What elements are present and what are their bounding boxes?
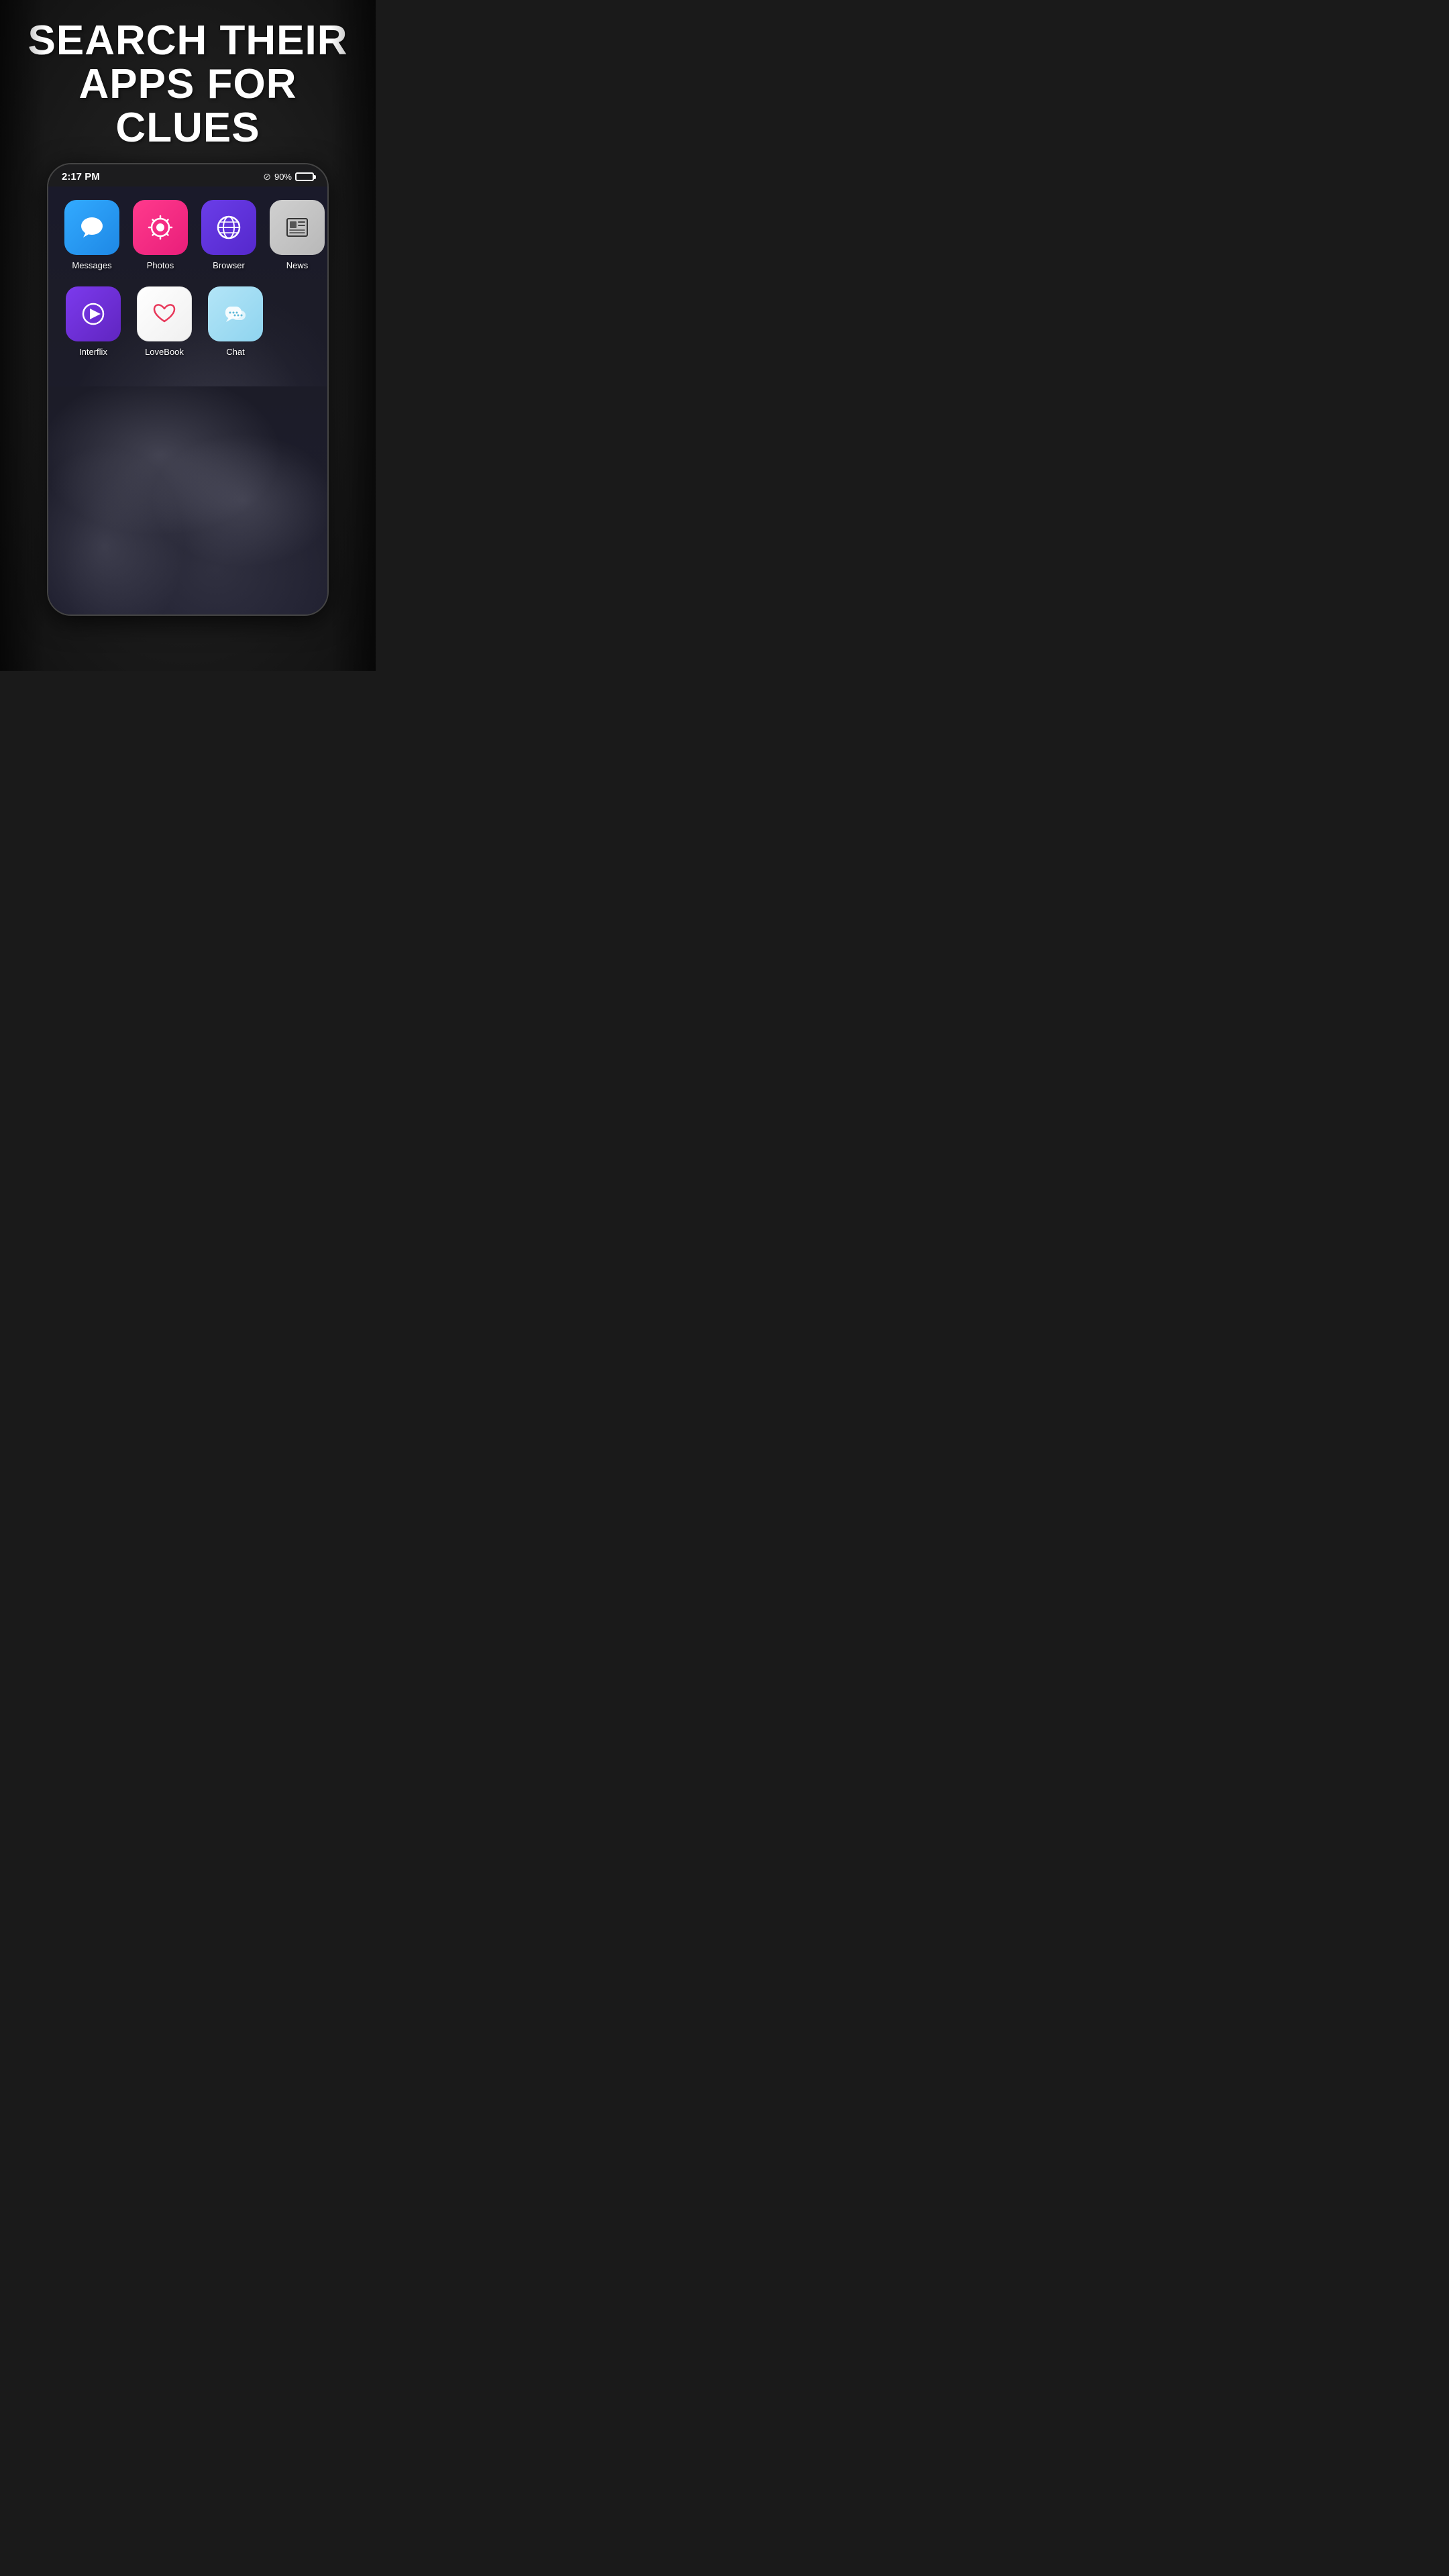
app-icon-lovebook <box>137 286 192 341</box>
headline-section: SEARCH THEIR APPS FOR CLUES <box>0 0 376 163</box>
battery-icon <box>295 172 314 181</box>
status-bar: 2:17 PM ⊘ 90% <box>48 164 327 186</box>
app-icon-browser <box>201 200 256 255</box>
no-signal-icon: ⊘ <box>263 171 271 182</box>
app-item-browser[interactable]: Browser <box>201 200 256 270</box>
status-time: 2:17 PM <box>62 171 100 182</box>
page-wrapper: SEARCH THEIR APPS FOR CLUES 2:17 PM ⊘ 90… <box>0 0 376 671</box>
chat-icon <box>220 299 251 329</box>
smoke-bottom-bg <box>48 386 327 614</box>
browser-icon <box>213 212 244 243</box>
headline-line2: APPS FOR CLUES <box>79 61 297 151</box>
app-item-chat[interactable]: Chat <box>207 286 264 357</box>
app-item-interflix[interactable]: Interflix <box>64 286 122 357</box>
battery-percent: 90% <box>274 172 292 182</box>
news-icon <box>282 212 313 243</box>
photos-icon <box>145 212 176 243</box>
app-item-photos[interactable]: Photos <box>133 200 188 270</box>
app-label-news: News <box>286 260 309 270</box>
app-label-browser: Browser <box>213 260 245 270</box>
app-item-news[interactable]: News <box>270 200 325 270</box>
smoke-bottom-area <box>48 386 327 614</box>
app-icon-photos <box>133 200 188 255</box>
lovebook-icon <box>149 299 180 329</box>
headline-line1: SEARCH THEIR <box>28 17 347 64</box>
app-row-2: Interflix LoveBook <box>64 286 311 357</box>
app-icon-chat <box>208 286 263 341</box>
app-label-messages: Messages <box>72 260 111 270</box>
app-label-lovebook: LoveBook <box>145 347 184 357</box>
app-label-interflix: Interflix <box>79 347 107 357</box>
interflix-icon <box>78 299 109 329</box>
app-icon-messages <box>64 200 119 255</box>
headline-text: SEARCH THEIR APPS FOR CLUES <box>20 19 356 150</box>
app-item-lovebook[interactable]: LoveBook <box>136 286 193 357</box>
app-icon-news <box>270 200 325 255</box>
app-grid: Messages <box>48 186 327 386</box>
app-item-messages[interactable]: Messages <box>64 200 119 270</box>
app-row-1: Messages <box>64 200 311 270</box>
app-icon-interflix <box>66 286 121 341</box>
app-label-photos: Photos <box>147 260 174 270</box>
battery-bar <box>295 172 314 181</box>
phone-screen: Messages <box>48 186 327 614</box>
phone-frame: 2:17 PM ⊘ 90% <box>47 163 329 616</box>
app-label-chat: Chat <box>226 347 244 357</box>
messages-icon <box>76 212 107 243</box>
status-right: ⊘ 90% <box>263 171 314 182</box>
